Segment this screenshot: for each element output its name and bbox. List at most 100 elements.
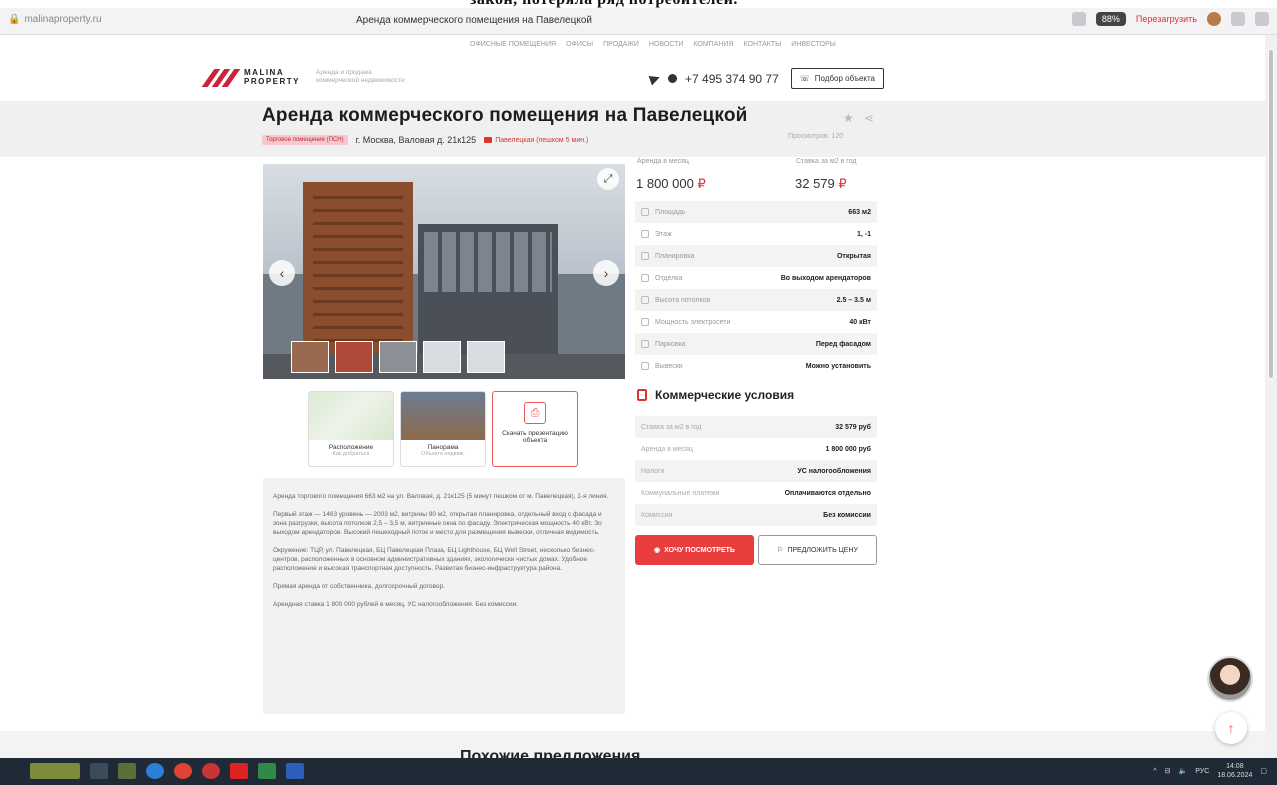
logo-line-2: PROPERTY: [244, 77, 301, 86]
finish-icon: [641, 274, 649, 282]
condition-row: Ставка за м2 в год 32 579 руб: [635, 416, 877, 438]
signage-icon: [641, 362, 649, 370]
address-text[interactable]: malinaproperty.ru: [24, 14, 101, 25]
pdf-icon[interactable]: [230, 763, 248, 779]
area-icon: [641, 208, 649, 216]
document-icon: ⎙: [524, 402, 546, 424]
share-icon[interactable]: ⋖: [864, 111, 874, 125]
description-paragraph: Аренда торгового помещения 663 м2 на ул.…: [273, 493, 609, 500]
gallery-next-button[interactable]: ›: [593, 260, 619, 286]
spec-row: Отделка Во выходом арендаторов: [635, 267, 877, 289]
file-explorer-icon[interactable]: [118, 763, 136, 779]
overlay-caption: закон, потеряла ряд потребителей.: [0, 0, 1277, 8]
whatsapp-icon[interactable]: [668, 74, 677, 83]
map-thumbnail: [309, 392, 393, 440]
gallery-thumbnails: [291, 341, 505, 373]
extensions-icon[interactable]: [1231, 12, 1245, 26]
logo-mark-icon: [201, 67, 241, 87]
metro-icon: [484, 137, 493, 143]
notifications-icon[interactable]: ▢: [1260, 767, 1267, 775]
gallery-prev-button[interactable]: ‹: [269, 260, 295, 286]
telegram-icon[interactable]: [648, 72, 662, 85]
download-icon[interactable]: [1255, 12, 1269, 26]
photo-gallery[interactable]: ‹ › ⤢: [263, 164, 625, 379]
submit-object-button[interactable]: ☏ Подбор объекта: [790, 68, 885, 89]
metro-station: Павелецкая (пешком 5 мин.): [484, 137, 588, 144]
gallery-expand-button[interactable]: ⤢: [597, 168, 619, 190]
nav-item[interactable]: Контакты: [744, 41, 782, 48]
consultant-chat-avatar[interactable]: [1207, 656, 1253, 702]
site-logo[interactable]: MALINA PROPERTY Аренда и продажа коммерч…: [201, 67, 405, 87]
clock[interactable]: 14:08 18.06.2024: [1217, 762, 1252, 780]
gallery-thumbnail[interactable]: [379, 341, 417, 373]
monthly-price: 1 800 000 ₽: [636, 176, 706, 191]
browser-toolbar: 🔒 malinaproperty.ru Аренда коммерческого…: [0, 8, 1277, 35]
gallery-thumbnail[interactable]: [291, 341, 329, 373]
zoom-badge[interactable]: 88%: [1095, 12, 1126, 26]
nav-item[interactable]: Инвесторы: [791, 41, 836, 48]
logo-line-1: MALINA: [244, 68, 285, 77]
nav-item[interactable]: Новости: [649, 41, 684, 48]
specs-table: Площадь 663 м2 Этаж 1, -1 Планировка Открыт…: [635, 201, 877, 377]
logo-tagline: Аренда и продажа: [316, 69, 372, 76]
lock-icon: 🔒: [8, 14, 21, 25]
panorama-thumbnail: [401, 392, 485, 440]
condition-row: Аренда в месяц 1 800 000 руб: [641, 445, 871, 453]
volume-icon[interactable]: 🔈: [1179, 767, 1188, 775]
want-to-view-button[interactable]: ◉ ХОЧУ ПОСМОТРЕТЬ: [635, 535, 754, 565]
bookmark-icon[interactable]: [1071, 12, 1086, 26]
layout-icon: [641, 252, 649, 260]
logo-tagline: коммерческой недвижимости: [316, 77, 405, 84]
web-page: Офисные помещения Офисы Продажи Новости …: [0, 35, 1265, 758]
scroll-to-top-button[interactable]: ↑: [1215, 712, 1247, 744]
parking-icon: [641, 340, 649, 348]
floor-icon: [641, 230, 649, 238]
app-icon[interactable]: [202, 763, 220, 779]
favorite-star-icon[interactable]: ★: [843, 111, 854, 125]
description-paragraph: Арендная ставка 1 800 000 рублей в месяц…: [273, 601, 519, 608]
start-widget-icon[interactable]: [30, 763, 80, 779]
monthly-price-label: Аренда в месяц: [637, 158, 689, 165]
panorama-card[interactable]: Панорама Объекта недвиж.: [400, 391, 486, 467]
word-icon[interactable]: [286, 763, 304, 779]
taskview-icon[interactable]: [90, 763, 108, 779]
type-tag: Торговое помещение (ПСН): [262, 135, 348, 145]
ceiling-icon: [641, 296, 649, 304]
reload-button[interactable]: Перезагрузить: [1136, 14, 1197, 24]
media-cards: Расположение Как добраться Панорама Объе…: [308, 391, 578, 467]
description-paragraph: Прямая аренда от собственника, долгосроч…: [273, 583, 445, 590]
spec-row: Этаж 1, -1: [635, 223, 877, 245]
description-paragraph: Окружение: ТЦР, ул. Павелецкая, БЦ Павел…: [273, 547, 596, 572]
download-presentation-card[interactable]: ⎙ Скачать презентацию объекта: [492, 391, 578, 467]
offer-price-button[interactable]: ⚐ ПРЕДЛОЖИТЬ ЦЕНУ: [758, 535, 877, 565]
description-block: Аренда торгового помещения 663 м2 на ул.…: [263, 478, 625, 714]
address-bar[interactable]: 🔒 malinaproperty.ru: [8, 14, 102, 25]
nav-item[interactable]: Офисные помещения: [470, 41, 556, 48]
spec-row: Высота потолков 2.5 – 3.5 м: [635, 289, 877, 311]
page-scrollbar[interactable]: [1265, 35, 1277, 758]
nav-item[interactable]: Офисы: [566, 41, 593, 48]
language-indicator[interactable]: РУС: [1195, 768, 1209, 775]
nav-item[interactable]: Компания: [693, 41, 733, 48]
condition-row: Комиссия Без комиссии: [635, 504, 877, 526]
nav-item[interactable]: Продажи: [603, 41, 639, 48]
network-icon[interactable]: ⊟: [1165, 767, 1171, 775]
similar-offers-heading: Похожие предложения: [460, 748, 641, 758]
gallery-thumbnail[interactable]: [467, 341, 505, 373]
profile-avatar[interactable]: [1207, 12, 1221, 26]
phone-number[interactable]: +7 495 374 90 77: [685, 72, 779, 86]
scrollbar-thumb[interactable]: [1268, 49, 1274, 379]
gallery-thumbnail[interactable]: [335, 341, 373, 373]
page-title: Аренда коммерческого помещения на Павеле…: [262, 105, 748, 126]
app-icon[interactable]: [258, 763, 276, 779]
address: г. Москва, Валовая д. 21к125: [355, 135, 477, 145]
tray-chevron-icon[interactable]: ^: [1153, 768, 1156, 775]
gallery-thumbnail[interactable]: [423, 341, 461, 373]
header-contacts: +7 495 374 90 77 ☏ Подбор объекта: [648, 68, 885, 89]
conditions-title: Коммерческие условия: [637, 388, 794, 402]
tab-title: Аренда коммерческого помещения на Павеле…: [356, 15, 592, 26]
location-card[interactable]: Расположение Как добраться: [308, 391, 394, 467]
yandex-browser-icon[interactable]: [174, 763, 192, 779]
building-icon: [637, 389, 647, 401]
edge-icon[interactable]: [146, 763, 164, 779]
